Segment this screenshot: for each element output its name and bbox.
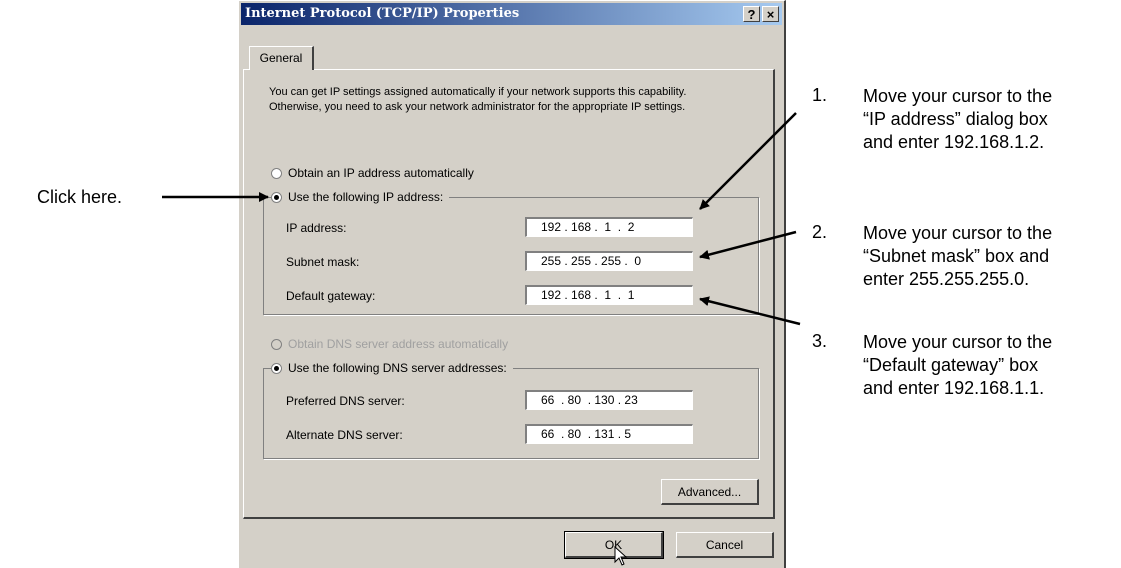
radio-obtain-dns-auto[interactable]: Obtain DNS server address automatically bbox=[271, 336, 515, 352]
radio-button-checked[interactable] bbox=[271, 191, 282, 203]
step1-arrow bbox=[699, 112, 797, 210]
radio-use-following-ip[interactable]: Use the following IP address: bbox=[271, 189, 450, 205]
radio-button-checked[interactable] bbox=[271, 362, 282, 374]
radio-obtain-ip-auto[interactable]: Obtain an IP address automatically bbox=[271, 165, 480, 181]
step3-arrow bbox=[699, 296, 801, 326]
annotation-arrows bbox=[162, 112, 801, 326]
step2-arrow bbox=[699, 230, 797, 260]
radio-obtain-dns-label: Obtain DNS server address automatically bbox=[288, 337, 509, 351]
radio-use-ip-label: Use the following IP address: bbox=[288, 190, 444, 204]
radio-obtain-ip-label: Obtain an IP address automatically bbox=[288, 166, 474, 180]
radio-use-dns-label: Use the following DNS server addresses: bbox=[288, 361, 507, 375]
radio-button[interactable] bbox=[271, 167, 282, 179]
radio-button-disabled bbox=[271, 338, 282, 350]
radio-use-following-dns[interactable]: Use the following DNS server addresses: bbox=[271, 360, 513, 376]
tab-general[interactable]: General bbox=[249, 46, 314, 70]
